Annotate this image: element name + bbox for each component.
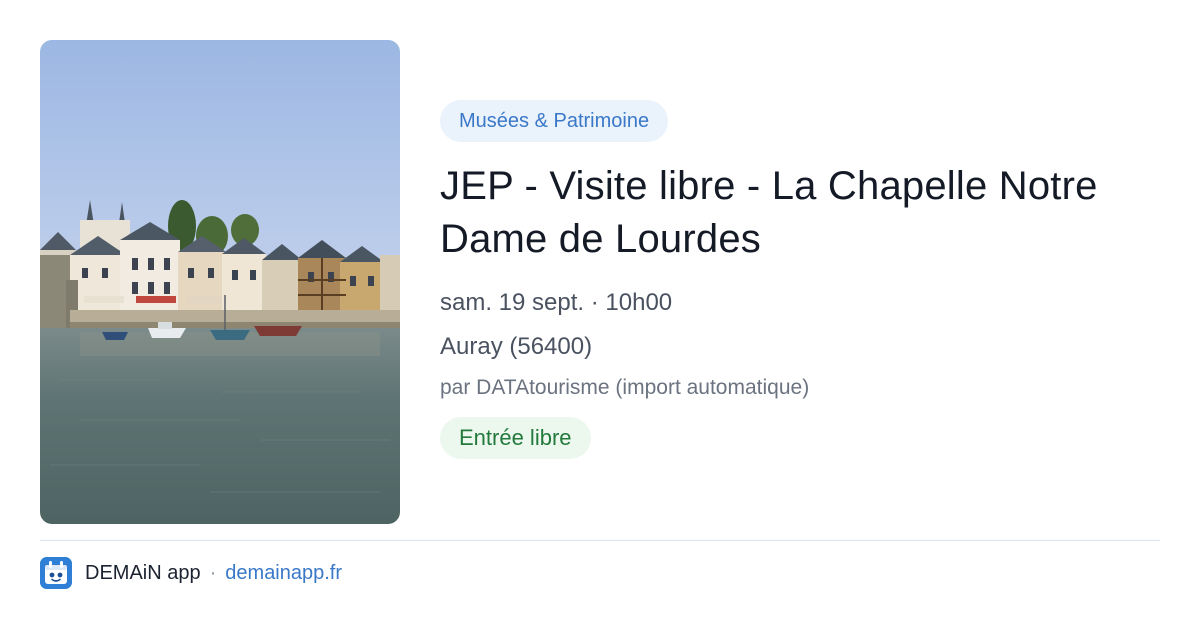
app-url-link[interactable]: demainapp.fr bbox=[225, 562, 342, 585]
calendar-face-icon bbox=[40, 557, 72, 589]
event-share-card: Musées & Patrimoine JEP - Visite libre -… bbox=[0, 0, 1200, 630]
event-datetime: sam. 19 sept. · 10h00 bbox=[440, 289, 673, 316]
price-badge: Entrée libre bbox=[440, 417, 591, 459]
event-organizer: par DATAtourisme (import automatique) bbox=[440, 376, 810, 399]
event-info: Musées & Patrimoine JEP - Visite libre -… bbox=[440, 100, 1160, 459]
footer-separator: · bbox=[209, 561, 217, 584]
event-photo bbox=[40, 40, 400, 524]
event-location: Auray (56400) bbox=[440, 333, 593, 360]
footer: DEMAiN app · demainapp.fr bbox=[40, 556, 342, 590]
footer-divider bbox=[40, 540, 1160, 541]
app-name: DEMAiN app bbox=[85, 561, 201, 584]
event-title: JEP - Visite libre - La Chapelle Notre D… bbox=[440, 164, 1098, 261]
category-badge: Musées & Patrimoine bbox=[440, 100, 669, 142]
